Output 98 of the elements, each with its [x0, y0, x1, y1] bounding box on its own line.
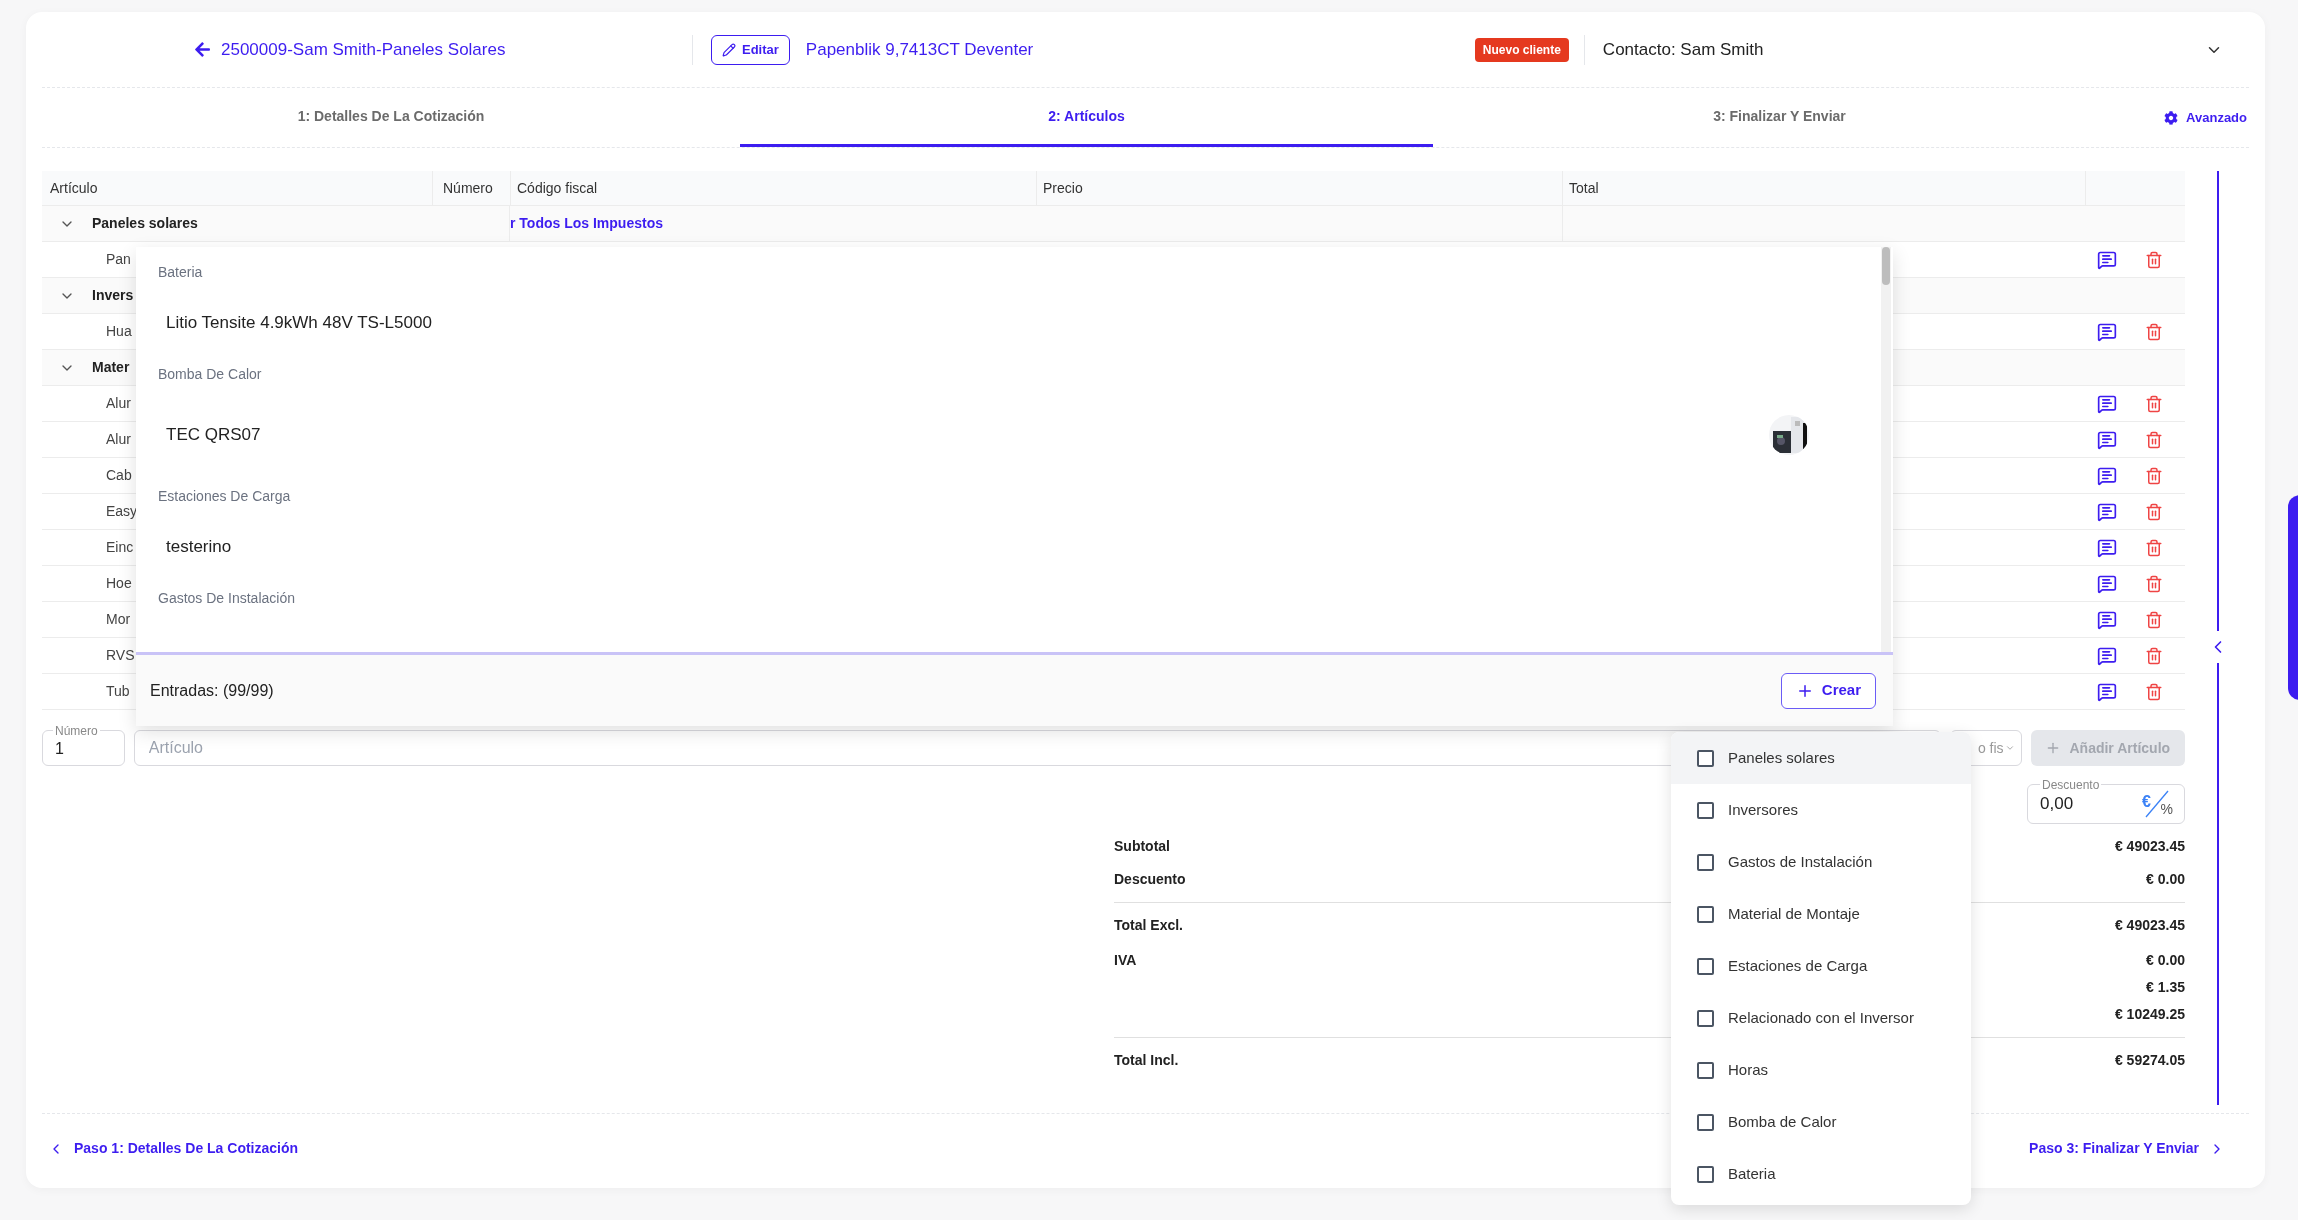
category-heading: Bateria — [158, 262, 203, 282]
category-option[interactable]: Material de Montaje — [1671, 888, 1971, 940]
checkbox[interactable] — [1697, 1113, 1714, 1131]
currency-percent-toggle[interactable]: € % — [2140, 790, 2174, 818]
trash-icon[interactable] — [2145, 538, 2163, 557]
category-option[interactable]: Bateria — [1671, 1148, 1971, 1200]
previous-step-link[interactable]: Paso 1: Detalles De La Cotización — [48, 1138, 299, 1159]
item-name: Tub — [106, 683, 130, 699]
trash-icon[interactable] — [2145, 502, 2163, 521]
next-step-link[interactable]: Paso 3: Finalizar Y Enviar — [2029, 1138, 2225, 1159]
trash-icon[interactable] — [2145, 394, 2163, 413]
create-button[interactable]: Crear — [1780, 672, 1876, 709]
totals-value: € 59274.05 — [2114, 1051, 2185, 1070]
trash-icon[interactable] — [2145, 250, 2163, 269]
contact-name: Contacto: Sam Smith — [1602, 38, 1764, 61]
item-name: Alur — [106, 431, 131, 447]
totals-value: € 1.35 — [2146, 978, 2185, 997]
category-option[interactable]: Horas — [1671, 1044, 1971, 1096]
checkbox[interactable] — [1697, 957, 1714, 975]
totals-value: € 10249.25 — [2114, 1005, 2185, 1024]
column-header: Total — [1569, 178, 1599, 198]
category-heading: Gastos De Instalación — [158, 588, 295, 608]
category-option[interactable]: Gastos de Instalación — [1671, 836, 1971, 888]
category-option[interactable]: Inversores — [1671, 784, 1971, 836]
comment-icon[interactable] — [2097, 609, 2117, 630]
trash-icon[interactable] — [2145, 322, 2163, 341]
item-name: Cab — [106, 467, 132, 483]
step-tab[interactable]: 3: Finalizar Y Enviar — [1433, 88, 2126, 147]
totals-value: € 0.00 — [2146, 870, 2185, 889]
comment-icon[interactable] — [2097, 321, 2117, 342]
checkbox[interactable] — [1697, 905, 1714, 923]
quote-title[interactable]: 2500009-Sam Smith-Paneles Solares — [221, 36, 506, 63]
settings-icon — [2164, 110, 2179, 125]
checkbox[interactable] — [1697, 801, 1714, 819]
category-option[interactable]: Relacionado con el Inversor — [1671, 992, 1971, 1044]
checkbox[interactable] — [1697, 1061, 1714, 1079]
back-arrow-icon[interactable] — [194, 41, 211, 58]
comment-icon[interactable] — [2097, 429, 2117, 450]
address-link[interactable]: Papenblik 9,7413CT Deventer — [805, 36, 1034, 63]
totals-value: € 49023.45 — [2114, 916, 2185, 935]
category-option[interactable]: Bomba de Calor — [1671, 1096, 1971, 1148]
pencil-icon — [722, 42, 736, 57]
item-name: Alur — [106, 395, 131, 411]
totals-value: € 49023.45 — [2114, 837, 2185, 856]
totals-label: IVA — [1114, 951, 1137, 970]
column-header: Precio — [1043, 178, 1083, 198]
category-heading: Estaciones De Carga — [158, 486, 291, 506]
tax-link[interactable]: r Todos Los Impuestos — [510, 213, 663, 234]
checkbox[interactable] — [1697, 853, 1714, 871]
comment-icon[interactable] — [2097, 645, 2117, 666]
step-tab[interactable]: 2: Artículos — [740, 88, 1433, 147]
checkbox[interactable] — [1697, 1009, 1714, 1027]
item-name: Easy — [106, 503, 138, 519]
category-heading: Bomba De Calor — [158, 364, 262, 384]
totals-value: € 0.00 — [2146, 951, 2185, 970]
totals-label: Subtotal — [1114, 837, 1170, 856]
checkbox[interactable] — [1697, 749, 1714, 767]
item-name: Einc — [106, 539, 134, 555]
group-label: Paneles solares — [92, 214, 198, 233]
comment-icon[interactable] — [2097, 537, 2117, 558]
checkbox[interactable] — [1697, 1165, 1714, 1183]
totals-label: Total Incl. — [1114, 1051, 1179, 1070]
comment-icon[interactable] — [2097, 573, 2117, 594]
totals-label: Total Excl. — [1114, 916, 1183, 935]
new-client-badge: Nuevo cliente — [1474, 37, 1569, 62]
product-option[interactable]: testerino — [136, 517, 1881, 577]
comment-icon[interactable] — [2097, 393, 2117, 414]
category-option[interactable]: Paneles solares — [1671, 732, 1971, 784]
item-name: Hoe — [106, 575, 132, 591]
trash-icon[interactable] — [2145, 466, 2163, 485]
product-option[interactable]: Litio Tensite 4.9kWh 48V TS-L5000 — [136, 293, 1881, 353]
column-header: Número — [443, 178, 493, 198]
comment-icon[interactable] — [2097, 681, 2117, 702]
totals-label: Descuento — [1114, 870, 1186, 889]
edit-button[interactable]: Editar — [711, 34, 790, 65]
group-label: Invers — [92, 286, 134, 305]
comment-icon[interactable] — [2097, 501, 2117, 522]
column-header: Artículo — [50, 178, 98, 198]
comment-icon[interactable] — [2097, 465, 2117, 486]
trash-icon[interactable] — [2145, 610, 2163, 629]
group-label: Mater — [92, 358, 130, 377]
caret-icon — [2004, 743, 2015, 753]
trash-icon[interactable] — [2145, 574, 2163, 593]
advanced-button[interactable]: Avanzado — [2164, 107, 2247, 128]
column-header: Código fiscal — [517, 178, 598, 198]
item-name: Mor — [106, 611, 131, 627]
item-name: Hua — [106, 323, 132, 339]
step-tab[interactable]: 1: Detalles De La Cotización — [42, 88, 740, 147]
scrollbar-thumb[interactable] — [1882, 247, 1890, 285]
comment-icon[interactable] — [2097, 249, 2117, 270]
item-name: RVS — [106, 647, 135, 663]
trash-icon[interactable] — [2145, 682, 2163, 701]
category-option[interactable]: Estaciones de Carga — [1671, 940, 1971, 992]
item-name: Pan — [106, 251, 131, 267]
product-option[interactable]: TEC QRS07 — [136, 395, 1881, 475]
trash-icon[interactable] — [2145, 430, 2163, 449]
entries-count: Entradas: (99/99) — [150, 680, 274, 701]
trash-icon[interactable] — [2145, 646, 2163, 665]
